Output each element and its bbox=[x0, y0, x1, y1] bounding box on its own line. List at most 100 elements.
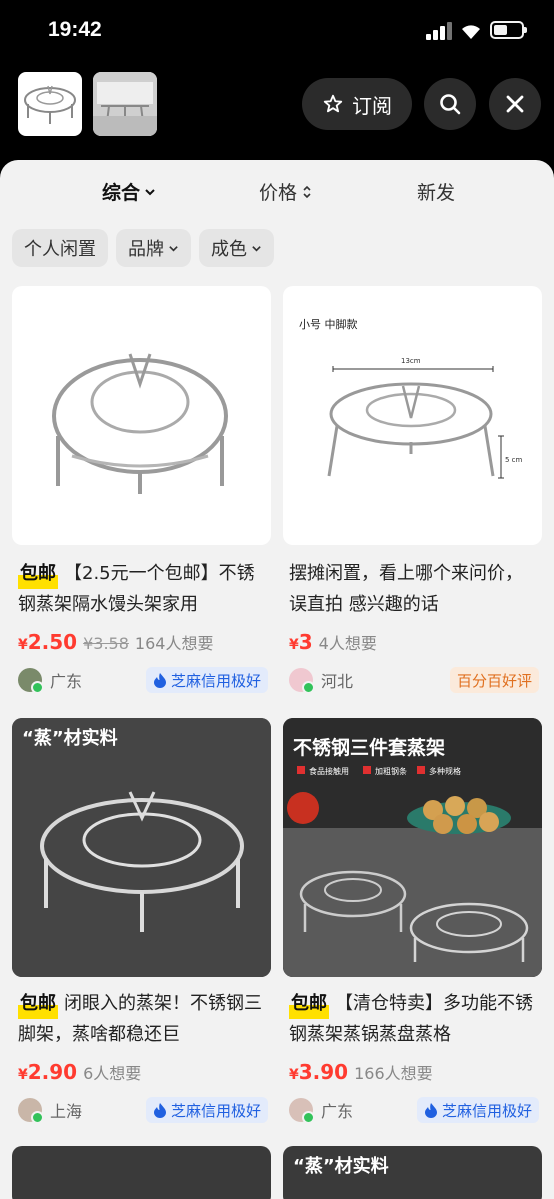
star-pin-icon bbox=[323, 94, 343, 113]
seller-avatar[interactable] bbox=[18, 668, 44, 694]
status-bar: 19:42 bbox=[0, 0, 554, 62]
search-button[interactable] bbox=[424, 78, 476, 130]
steamer-rack-thumbnail-image bbox=[24, 85, 76, 124]
product-card[interactable]: 包邮 【2.5元一个包邮】不锈钢蒸架隔水馒头架家用 ¥2.50 ¥3.58 164… bbox=[12, 286, 271, 706]
close-icon bbox=[506, 95, 524, 113]
seller-location: 河北 bbox=[321, 672, 354, 691]
product-card[interactable]: 不锈钢三件套蒸架 食品接触用 加粗钢条 多种规格 包邮 【清仓特卖】多功能不锈钢… bbox=[283, 718, 542, 1138]
rating-badge-label: 百分百好评 bbox=[456, 671, 532, 690]
price-value: 2.90 bbox=[27, 1060, 78, 1084]
want-count: 164人想要 bbox=[134, 634, 214, 653]
seller-location: 广东 bbox=[321, 1102, 354, 1121]
free-shipping-tag: 包邮 bbox=[18, 988, 58, 1019]
seller-avatar[interactable] bbox=[289, 1098, 315, 1124]
seller-meta: 上海 芝麻信用极好 bbox=[18, 1096, 268, 1124]
product-image: 小号 中脚款 13cm 5 cm bbox=[283, 286, 542, 545]
cellular-signal-icon bbox=[426, 22, 452, 40]
image-text-headline: 不锈钢三件套蒸架 bbox=[293, 736, 445, 759]
image-text-width: 13cm bbox=[401, 357, 421, 365]
product-title: 包邮 【2.5元一个包邮】不锈钢蒸架隔水馒头架家用 bbox=[18, 558, 268, 620]
product-card[interactable]: “蒸”材实料 包邮 闭眼入的蒸架！不锈钢三脚架，蒸啥都稳还巨 ¥2.90 6人想要… bbox=[12, 718, 271, 1138]
original-price: ¥3.58 bbox=[83, 634, 129, 653]
flame-icon bbox=[153, 673, 166, 688]
sort-newest-label: 新发 bbox=[417, 182, 456, 204]
sort-updown-icon bbox=[303, 185, 311, 198]
seller-meta: 广东 芝麻信用极好 bbox=[289, 1096, 539, 1124]
seller-location: 上海 bbox=[50, 1102, 83, 1121]
price-row: ¥2.50 ¥3.58 164人想要 bbox=[18, 630, 213, 654]
product-image: “蒸”材实料 bbox=[12, 718, 271, 977]
price-value: 3 bbox=[298, 630, 313, 654]
steamer-rack-dark-image: “蒸”材实料 bbox=[12, 718, 271, 977]
chevron-down-icon bbox=[169, 245, 178, 252]
credit-badge-label: 芝麻信用极好 bbox=[441, 1101, 532, 1120]
product-title: 摆摊闲置，看上哪个来问价，误直拍 感兴趣的话 bbox=[289, 558, 539, 620]
rating-badge: 百分百好评 bbox=[449, 667, 539, 693]
steamer-rack-image bbox=[52, 353, 228, 494]
filter-chip-personal[interactable]: 个人闲置 bbox=[12, 229, 108, 267]
flame-icon bbox=[424, 1103, 437, 1118]
image-text-feature-3: 多种规格 bbox=[429, 766, 461, 776]
seller-location: 广东 bbox=[50, 672, 83, 691]
status-time: 19:42 bbox=[48, 18, 102, 41]
sort-comprehensive[interactable]: 综合 bbox=[102, 178, 156, 205]
price-row: ¥2.90 6人想要 bbox=[18, 1060, 141, 1084]
currency-symbol: ¥ bbox=[18, 637, 28, 653]
steamer-rack-side-thumbnail-image bbox=[93, 72, 157, 136]
filter-chip-brand[interactable]: 品牌 bbox=[116, 229, 191, 267]
image-text-feature-1: 食品接触用 bbox=[309, 766, 349, 776]
subscribe-label: 订阅 bbox=[352, 93, 392, 118]
product-price: ¥2.50 bbox=[18, 630, 77, 654]
close-button[interactable] bbox=[489, 78, 541, 130]
credit-badge-label: 芝麻信用极好 bbox=[170, 1101, 261, 1120]
wifi-icon bbox=[462, 25, 480, 39]
chevron-down-icon bbox=[252, 245, 261, 252]
image-text-height: 5 cm bbox=[505, 456, 523, 464]
image-text-feature-2: 加粗钢条 bbox=[375, 766, 407, 776]
want-count: 4人想要 bbox=[318, 634, 377, 653]
product-price: ¥2.90 bbox=[18, 1060, 77, 1084]
price-row: ¥3.90 166人想要 bbox=[289, 1060, 433, 1084]
product-title-text: 摆摊闲置，看上哪个来问价，误直拍 感兴趣的话 bbox=[289, 563, 523, 615]
price-value: 2.50 bbox=[27, 630, 78, 654]
product-image: 不锈钢三件套蒸架 食品接触用 加粗钢条 多种规格 bbox=[283, 718, 542, 977]
seller-avatar[interactable] bbox=[289, 668, 315, 694]
product-card[interactable]: 小号 中脚款 13cm 5 cm 摆摊闲置，看上哪个来问价，误直拍 感兴趣的话 … bbox=[283, 286, 542, 706]
image-text-size: 小号 中脚款 bbox=[299, 317, 358, 331]
currency-symbol: ¥ bbox=[289, 1067, 299, 1083]
filter-chip-condition[interactable]: 成色 bbox=[199, 229, 274, 267]
results-sheet: 综合 价格 新发 个人闲置 品牌 成色 包邮 【2.5元一个包邮】不锈钢蒸架隔水… bbox=[0, 160, 554, 1199]
steamer-rack-set-image: 不锈钢三件套蒸架 食品接触用 加粗钢条 多种规格 bbox=[283, 718, 542, 977]
product-thumbnail-1[interactable] bbox=[18, 72, 82, 136]
free-shipping-tag: 包邮 bbox=[289, 988, 329, 1019]
sort-newest[interactable]: 新发 bbox=[417, 178, 455, 205]
image-text-caption: “蒸”材实料 bbox=[22, 727, 118, 749]
subscribe-button[interactable]: 订阅 bbox=[302, 78, 412, 130]
sort-bar: 综合 价格 新发 bbox=[0, 178, 554, 208]
steamer-rack-dimension-image: 小号 中脚款 13cm 5 cm bbox=[299, 317, 523, 479]
credit-badge: 芝麻信用极好 bbox=[145, 1097, 268, 1123]
free-shipping-tag: 包邮 bbox=[18, 558, 58, 589]
battery-icon bbox=[490, 21, 527, 39]
credit-badge: 芝麻信用极好 bbox=[416, 1097, 539, 1123]
product-card-peek[interactable]: “蒸”材实料 bbox=[283, 1146, 542, 1199]
product-card-peek[interactable] bbox=[12, 1146, 271, 1199]
search-icon bbox=[440, 94, 461, 115]
price-value: 3.90 bbox=[298, 1060, 349, 1084]
flame-icon bbox=[153, 1103, 166, 1118]
filter-chip-label: 个人闲置 bbox=[24, 239, 96, 260]
credit-badge: 芝麻信用极好 bbox=[145, 667, 268, 693]
chevron-down-icon bbox=[145, 188, 155, 195]
product-thumbnail-2[interactable] bbox=[93, 72, 157, 136]
product-price: ¥3.90 bbox=[289, 1060, 348, 1084]
seller-meta: 河北 百分百好评 bbox=[289, 666, 539, 694]
sort-price[interactable]: 价格 bbox=[259, 178, 313, 205]
product-image bbox=[12, 286, 271, 545]
seller-avatar[interactable] bbox=[18, 1098, 44, 1124]
want-count: 6人想要 bbox=[83, 1064, 142, 1083]
seller-meta: 广东 芝麻信用极好 bbox=[18, 666, 268, 694]
filter-chip-label: 品牌 bbox=[128, 239, 164, 260]
want-count: 166人想要 bbox=[354, 1064, 433, 1083]
sort-price-label: 价格 bbox=[259, 182, 298, 204]
credit-badge-label: 芝麻信用极好 bbox=[170, 671, 261, 690]
